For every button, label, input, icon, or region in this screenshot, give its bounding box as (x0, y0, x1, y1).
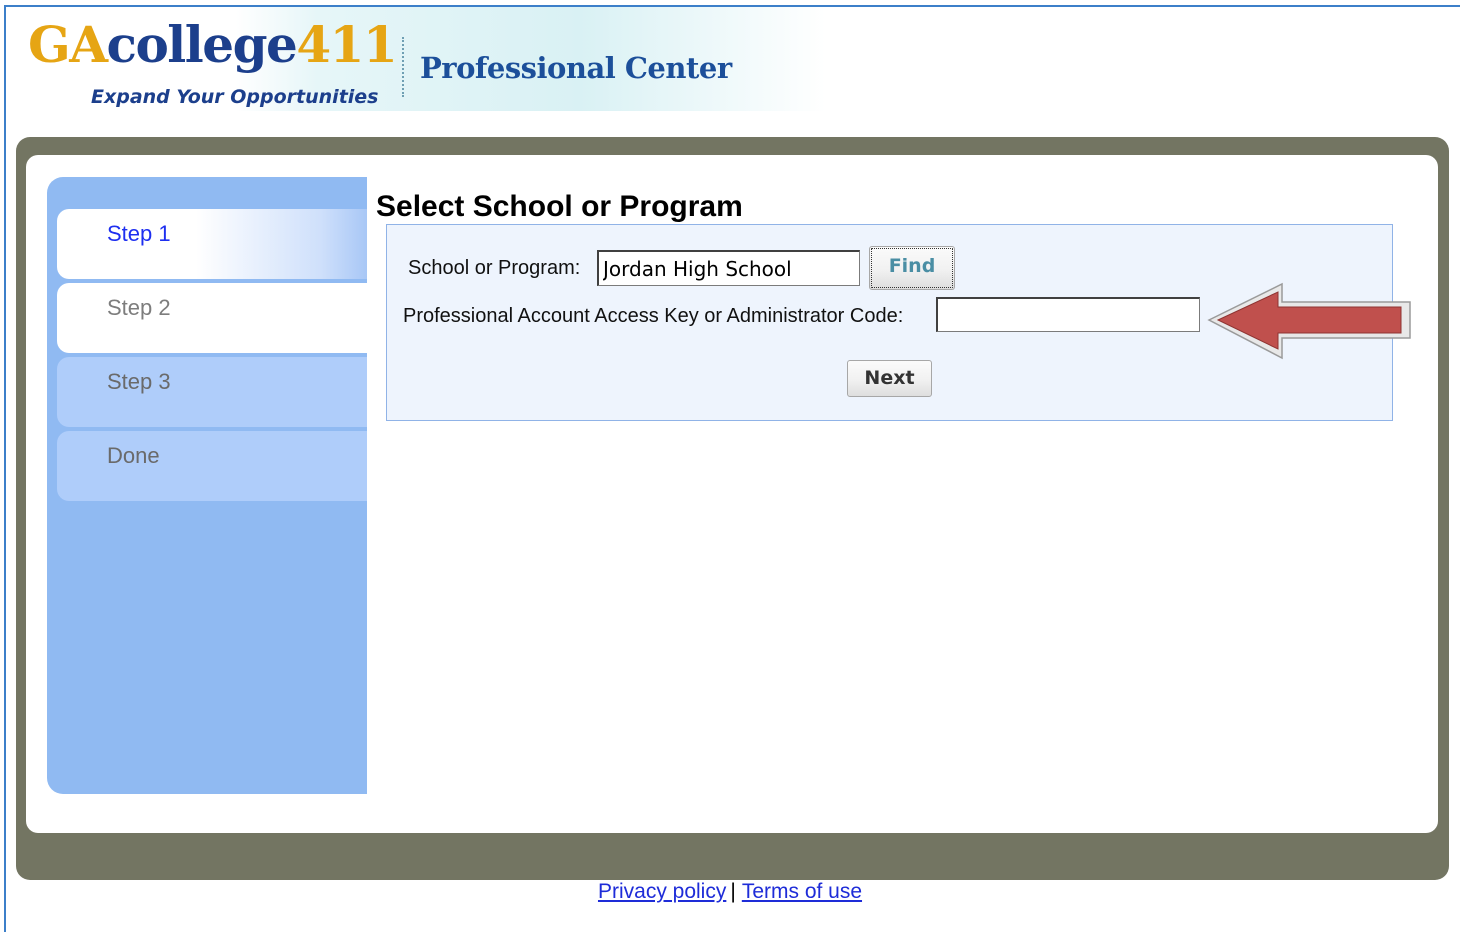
left-arrow-icon (1207, 282, 1411, 360)
site-title: Professional Center (420, 51, 732, 85)
school-program-input[interactable] (597, 250, 860, 286)
sidebar-step-done[interactable]: Done (57, 431, 367, 501)
sidebar-step-2[interactable]: Step 2 (57, 283, 367, 353)
gacollege411-logo[interactable]: GAcollege411 (28, 15, 398, 75)
sidebar-step-3[interactable]: Step 3 (57, 357, 367, 427)
step-label: Done (107, 443, 160, 468)
logo-411-text: 411 (296, 15, 397, 74)
terms-of-use-link[interactable]: Terms of use (742, 880, 862, 903)
footer-links: Privacy policy | Terms of use (0, 880, 1460, 904)
footer-separator: | (730, 880, 736, 903)
page-title: Select School or Program (376, 190, 743, 223)
wizard-steps-sidebar: Step 1 Step 2 Step 3 Done (47, 177, 367, 794)
site-header: GAcollege411 Expand Your Opportunities P… (6, 7, 826, 111)
step-label: Step 1 (107, 221, 171, 246)
logo-tagline: Expand Your Opportunities (91, 86, 379, 108)
logo-college-text: college (106, 15, 298, 74)
header-divider (402, 37, 404, 97)
school-program-label: School or Program: (408, 257, 581, 279)
find-button[interactable]: Find (869, 246, 955, 290)
logo-ga-text: GA (28, 15, 108, 74)
step-label: Step 2 (107, 295, 171, 320)
access-key-input[interactable] (936, 297, 1200, 332)
sidebar-step-1[interactable]: Step 1 (57, 209, 367, 279)
privacy-policy-link[interactable]: Privacy policy (598, 880, 726, 903)
step-label: Step 3 (107, 369, 171, 394)
next-button[interactable]: Next (847, 360, 932, 397)
access-key-label: Professional Account Access Key or Admin… (403, 305, 904, 327)
